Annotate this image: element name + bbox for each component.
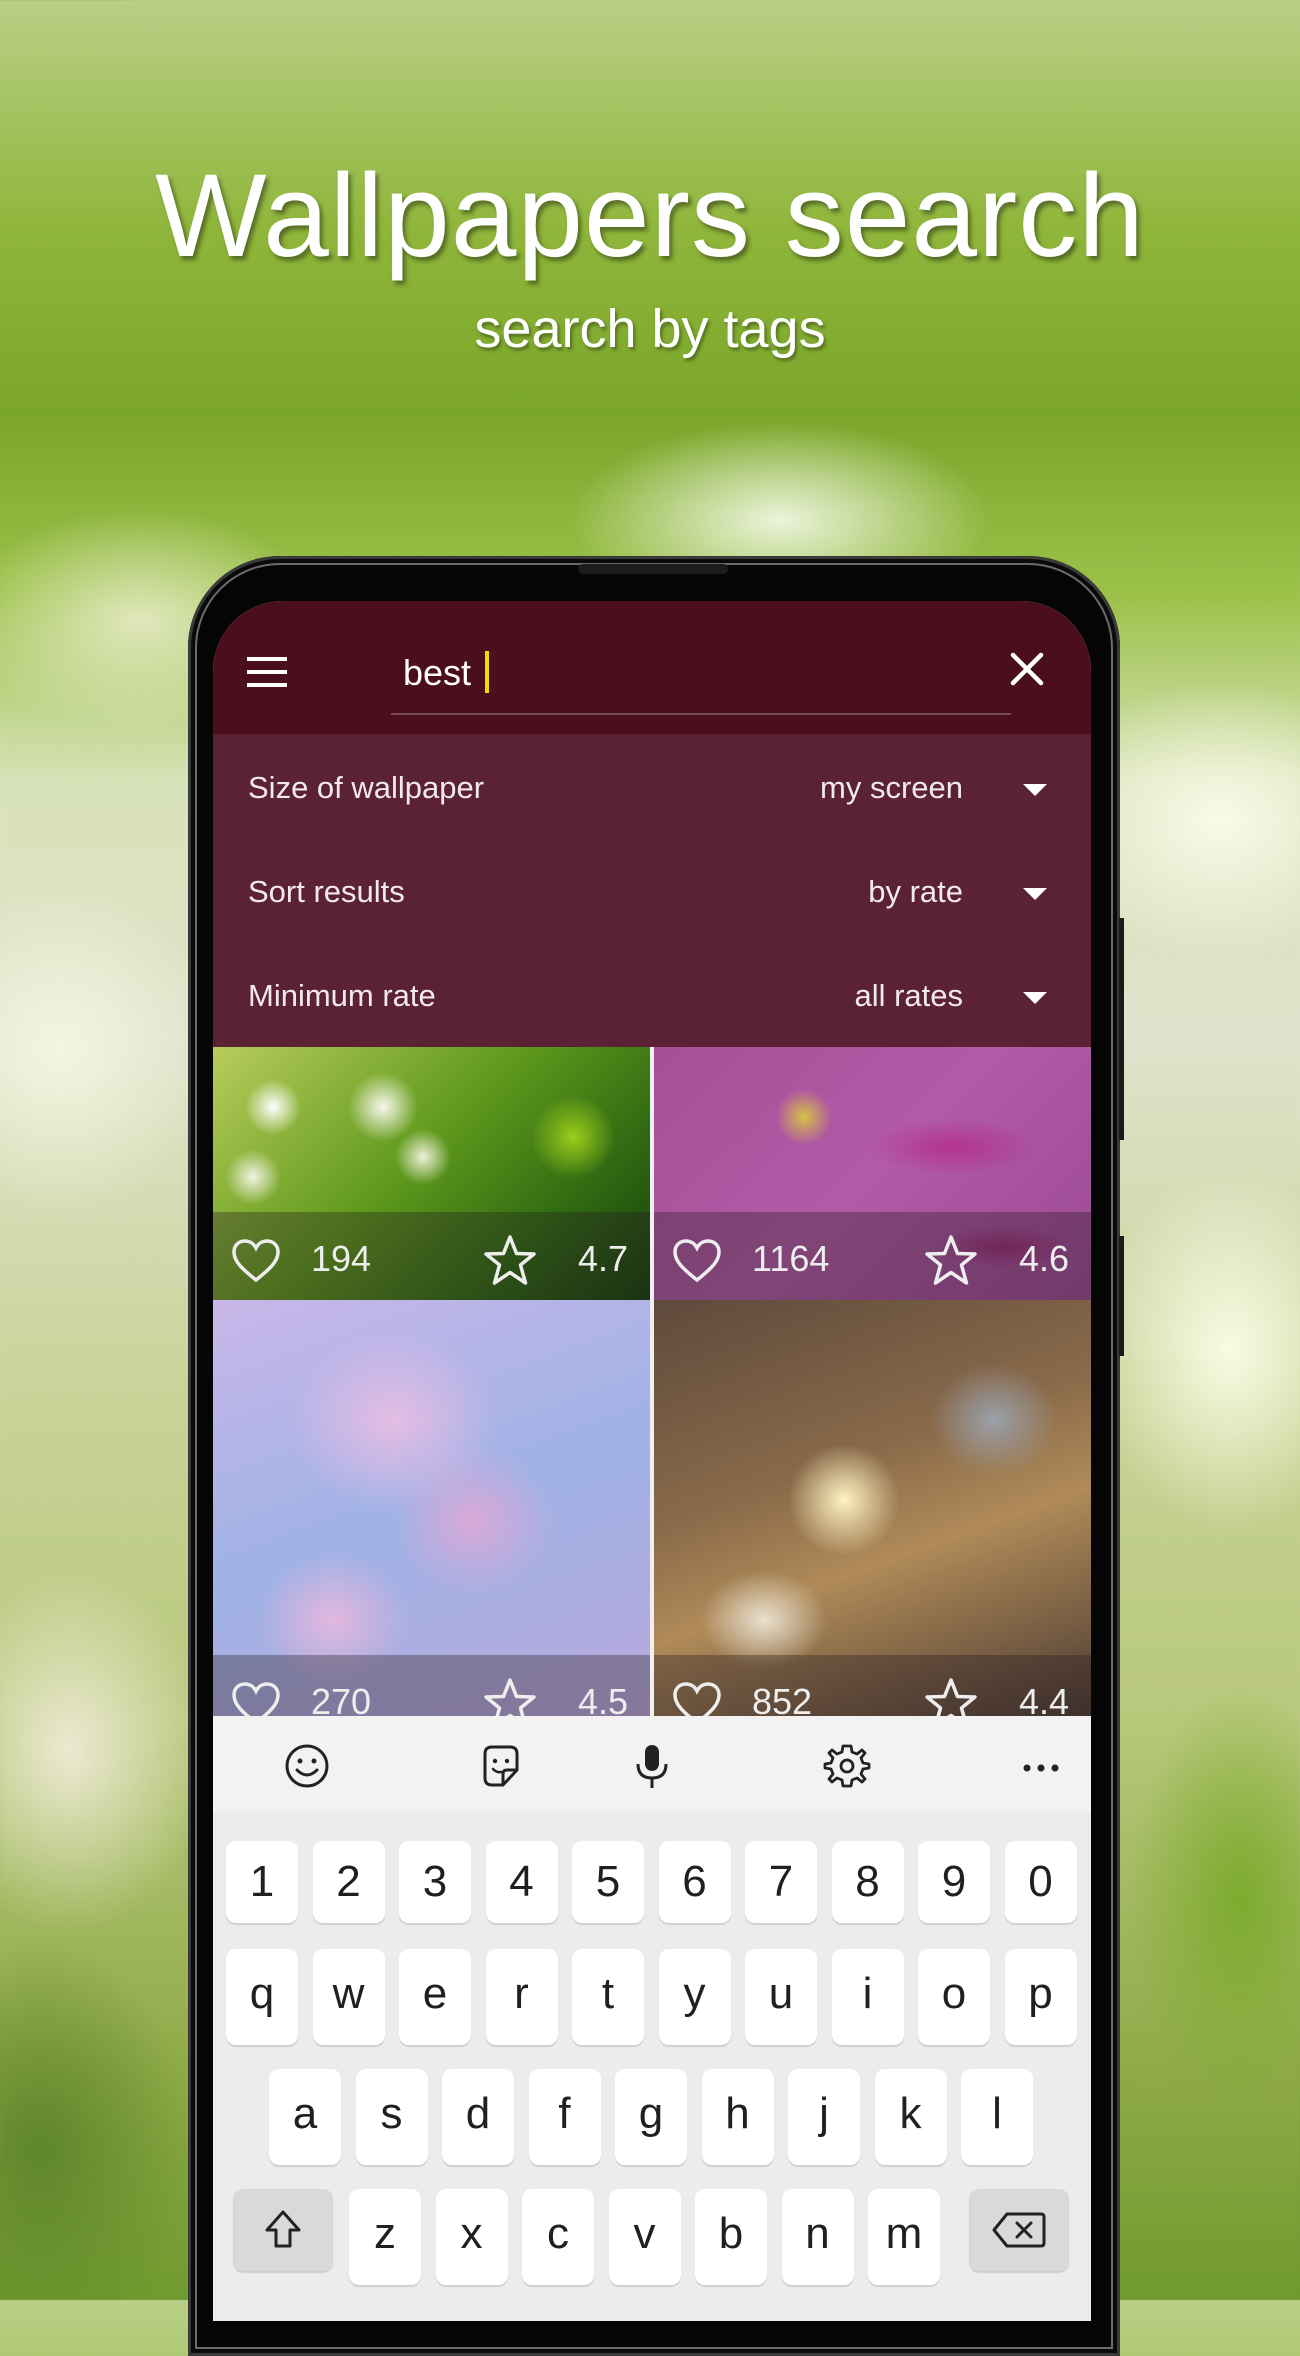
backspace-icon bbox=[992, 2212, 1046, 2248]
key-f[interactable]: f bbox=[528, 2069, 601, 2165]
rating-value: 4.7 bbox=[577, 1238, 628, 1279]
star-icon bbox=[925, 1678, 977, 1717]
promo-title: Wallpapers search bbox=[155, 150, 1145, 282]
filter-label: Minimum rate bbox=[248, 978, 436, 1013]
tile-info-bar: 852 4.4 bbox=[654, 1655, 1091, 1717]
key-w[interactable]: w bbox=[312, 1949, 385, 2045]
key-7[interactable]: 7 bbox=[745, 1841, 817, 1923]
shift-icon bbox=[265, 2210, 301, 2248]
key-m[interactable]: m bbox=[868, 2189, 940, 2285]
key-2[interactable]: 2 bbox=[312, 1841, 385, 1923]
key-g[interactable]: g bbox=[615, 2069, 687, 2165]
rating-value: 4.5 bbox=[577, 1681, 628, 1717]
key-5[interactable]: 5 bbox=[572, 1841, 644, 1923]
phone-speaker bbox=[578, 564, 728, 574]
key-1[interactable]: 1 bbox=[226, 1841, 298, 1923]
wallpaper-tile[interactable]: 270 4.5 bbox=[213, 1300, 650, 1717]
filter-size-of-wallpaper[interactable]: Size of wallpaper my screen bbox=[213, 750, 1091, 830]
filter-value: my screen bbox=[820, 770, 963, 805]
settings-icon[interactable] bbox=[823, 1742, 871, 1790]
likes-count: 194 bbox=[311, 1238, 372, 1279]
app-screen: best Size of wallpaper my screen Sort re… bbox=[213, 601, 1091, 2321]
likes-count: 1164 bbox=[752, 1238, 830, 1279]
key-x[interactable]: x bbox=[435, 2189, 508, 2285]
filter-value: by rate bbox=[868, 874, 963, 909]
search-filters-panel: Size of wallpaper my screen Sort results… bbox=[213, 734, 1091, 1047]
key-j[interactable]: j bbox=[788, 2069, 860, 2165]
key-9[interactable]: 9 bbox=[918, 1841, 990, 1923]
filter-label: Sort results bbox=[248, 874, 405, 909]
star-icon bbox=[925, 1235, 977, 1285]
key-t[interactable]: t bbox=[572, 1949, 644, 2045]
key-i[interactable]: i bbox=[831, 1949, 904, 2045]
key-4[interactable]: 4 bbox=[485, 1841, 558, 1923]
text-caret bbox=[485, 651, 490, 693]
more-icon[interactable] bbox=[1017, 1742, 1065, 1790]
phone-side-button bbox=[1119, 1236, 1124, 1356]
wallpaper-tile[interactable]: 852 4.4 bbox=[654, 1300, 1091, 1717]
keyboard-toolbar bbox=[213, 1716, 1091, 1812]
filter-minimum-rate[interactable]: Minimum rate all rates bbox=[213, 958, 1091, 1038]
key-o[interactable]: o bbox=[918, 1949, 990, 2045]
key-e[interactable]: e bbox=[399, 1949, 471, 2045]
sticker-icon[interactable] bbox=[477, 1742, 525, 1790]
star-icon bbox=[484, 1235, 536, 1285]
phone-side-button bbox=[1119, 918, 1124, 1140]
dropdown-arrow-icon bbox=[1023, 784, 1047, 796]
key-0[interactable]: 0 bbox=[1004, 1841, 1077, 1923]
emoji-icon[interactable] bbox=[283, 1742, 331, 1790]
key-b[interactable]: b bbox=[695, 2189, 767, 2285]
heart-icon[interactable] bbox=[231, 1238, 281, 1284]
key-d[interactable]: d bbox=[442, 2069, 514, 2165]
wallpaper-tile[interactable]: 1164 4.6 bbox=[654, 1047, 1091, 1300]
key-n[interactable]: n bbox=[781, 2189, 854, 2285]
promo-subtitle: search by tags bbox=[474, 299, 826, 359]
tile-info-bar: 1164 4.6 bbox=[654, 1212, 1091, 1300]
dropdown-arrow-icon bbox=[1023, 888, 1047, 900]
close-icon[interactable] bbox=[1005, 647, 1049, 691]
shift-key[interactable] bbox=[233, 2189, 333, 2271]
key-p[interactable]: p bbox=[1004, 1949, 1077, 2045]
soft-keyboard: 1234567890 qwertyuiop asdfghjkl zxcvbnm bbox=[213, 1716, 1091, 2321]
rating-value: 4.4 bbox=[1018, 1681, 1069, 1717]
filter-sort-results[interactable]: Sort results by rate bbox=[213, 854, 1091, 934]
star-icon bbox=[484, 1678, 536, 1717]
search-input[interactable]: best bbox=[391, 641, 1011, 715]
key-k[interactable]: k bbox=[874, 2069, 947, 2165]
microphone-icon[interactable] bbox=[628, 1742, 676, 1790]
hamburger-menu-icon[interactable] bbox=[247, 657, 287, 689]
dropdown-arrow-icon bbox=[1023, 992, 1047, 1004]
filter-label: Size of wallpaper bbox=[248, 770, 485, 805]
wallpaper-tile[interactable]: 194 4.7 bbox=[213, 1047, 650, 1300]
search-input-text: best bbox=[403, 651, 490, 694]
backspace-key[interactable] bbox=[969, 2189, 1069, 2271]
key-q[interactable]: q bbox=[226, 1949, 298, 2045]
key-6[interactable]: 6 bbox=[658, 1841, 731, 1923]
key-h[interactable]: h bbox=[701, 2069, 774, 2165]
heart-icon[interactable] bbox=[231, 1681, 281, 1717]
wallpaper-grid: 194 4.7 1164 4.6 270 4.5 852 4.4 bbox=[213, 1047, 1091, 1717]
tile-info-bar: 194 4.7 bbox=[213, 1212, 650, 1300]
key-r[interactable]: r bbox=[485, 1949, 558, 2045]
filter-value: all rates bbox=[854, 978, 963, 1013]
likes-count: 270 bbox=[311, 1681, 372, 1717]
key-z[interactable]: z bbox=[349, 2189, 421, 2285]
tile-info-bar: 270 4.5 bbox=[213, 1655, 650, 1717]
rating-value: 4.6 bbox=[1018, 1238, 1069, 1279]
heart-icon[interactable] bbox=[672, 1238, 722, 1284]
key-s[interactable]: s bbox=[355, 2069, 428, 2165]
key-y[interactable]: y bbox=[658, 1949, 731, 2045]
key-8[interactable]: 8 bbox=[831, 1841, 904, 1923]
key-a[interactable]: a bbox=[269, 2069, 341, 2165]
heart-icon[interactable] bbox=[672, 1681, 722, 1717]
likes-count: 852 bbox=[752, 1681, 813, 1717]
key-v[interactable]: v bbox=[608, 2189, 681, 2285]
key-l[interactable]: l bbox=[961, 2069, 1033, 2165]
search-toolbar: best bbox=[213, 601, 1091, 734]
key-u[interactable]: u bbox=[745, 1949, 817, 2045]
key-c[interactable]: c bbox=[522, 2189, 594, 2285]
key-3[interactable]: 3 bbox=[399, 1841, 471, 1923]
